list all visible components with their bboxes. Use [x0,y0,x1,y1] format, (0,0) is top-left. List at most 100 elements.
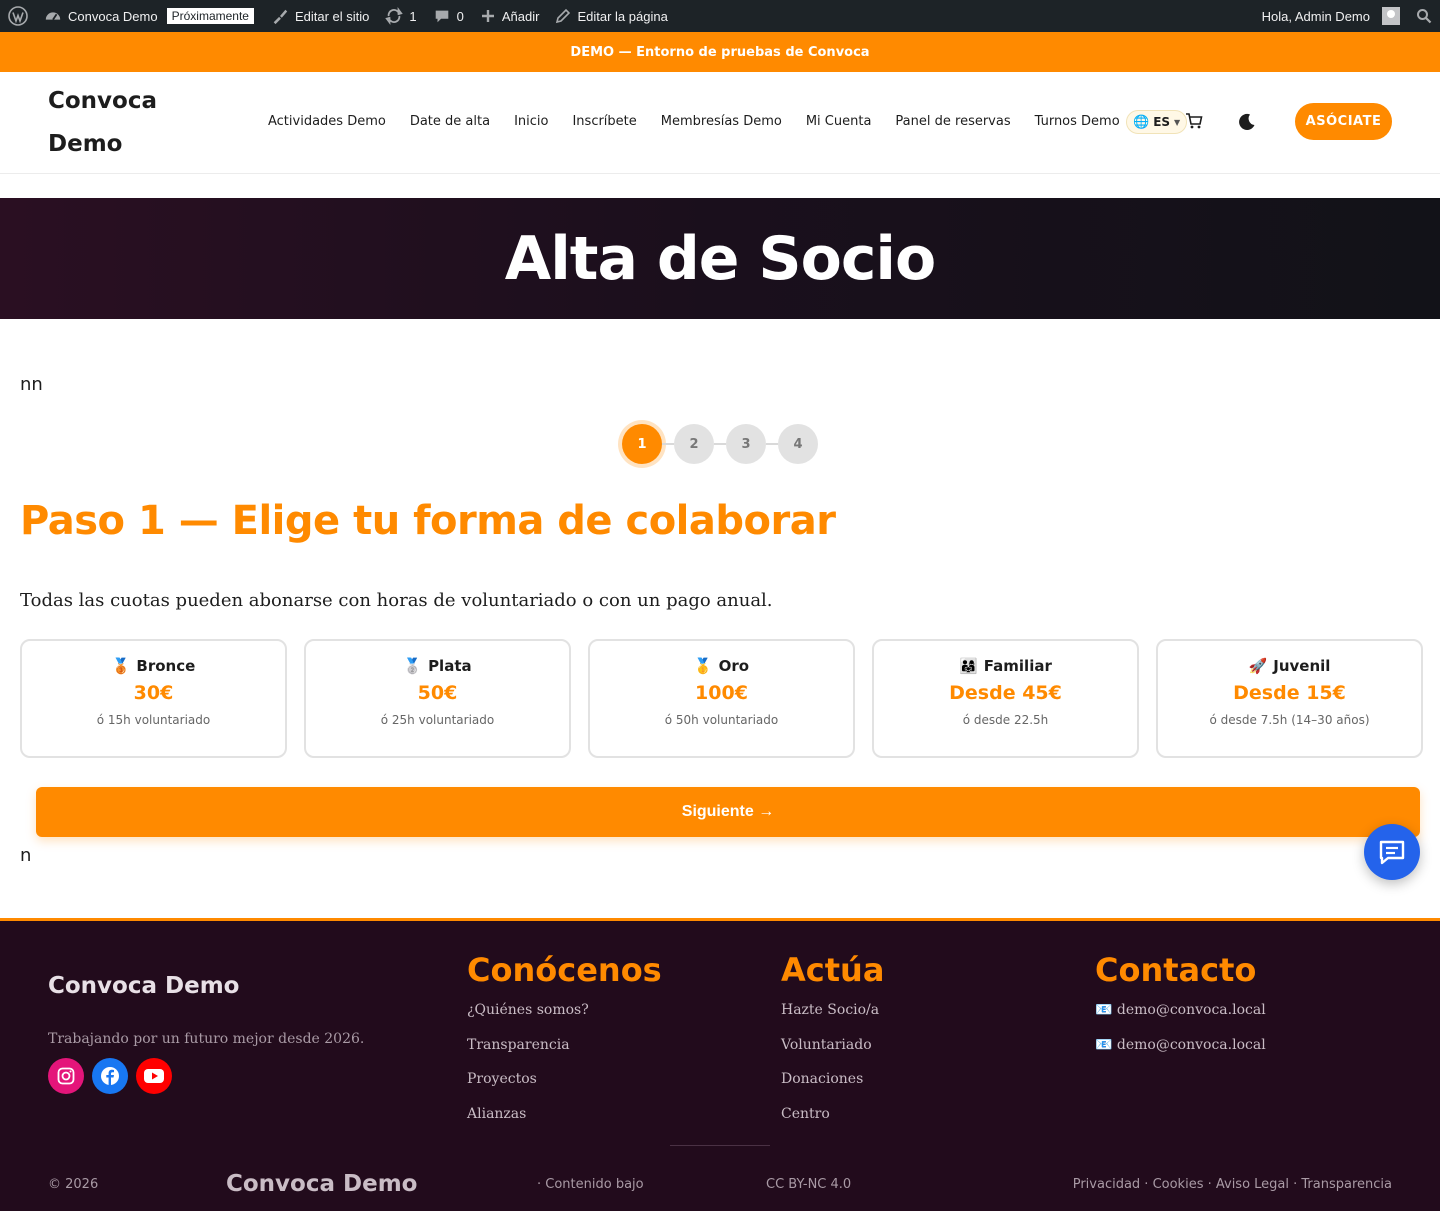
instagram-link[interactable] [48,1058,84,1094]
plan-card-oro[interactable]: 🥇 Oro 100€ ó 50h voluntariado [588,639,855,758]
plan-card-familiar[interactable]: 👨‍👩‍👧 Familiar Desde 45€ ó desde 22.5h [872,639,1139,758]
plan-name-row: 👨‍👩‍👧 Familiar [959,657,1052,675]
step-4: 4 [778,424,818,464]
plan-name: Familiar [983,657,1052,675]
demo-banner: DEMO — Entorno de pruebas de Convoca [0,32,1440,72]
footer-link[interactable]: Donaciones [781,1062,884,1097]
site-name-menu[interactable]: Convoca Demo Próximamente [36,0,263,32]
add-new-menu[interactable]: Añadir [472,0,548,32]
footer-link[interactable]: Centro [781,1097,884,1132]
dashboard-icon [45,12,61,21]
footer-brand: Convoca Demo [48,973,240,999]
edit-site-link[interactable]: Editar el sitio [263,0,377,32]
email-link[interactable]: 📧 demo@convoca.local [1095,1028,1266,1063]
footer-link[interactable]: ¿Quiénes somos? [467,993,662,1028]
plan-card-bronce[interactable]: 🥉 Bronce 30€ ó 15h voluntariado [20,639,287,758]
brush-icon [273,9,288,25]
page-hero: Alta de Socio [0,198,1440,319]
coming-soon-badge: Próximamente [165,7,255,25]
step-1: 1 [622,424,662,464]
email-link[interactable]: 📧 demo@convoca.local [1095,993,1266,1028]
comment-icon [435,10,448,23]
step-indicator: 1 2 3 4 [622,424,818,464]
main-nav: Actividades Demo Date de alta Inicio Ins… [268,110,1144,134]
footer-link[interactable]: Transparencia [467,1028,662,1063]
nav-item-inscribete[interactable]: Inscríbete [572,110,636,134]
globe-icon: 🌐 [1133,114,1150,130]
plan-price: Desde 45€ [949,682,1062,704]
plan-alternative: ó desde 7.5h (14–30 años) [1209,713,1370,727]
footer-link[interactable]: Hazte Socio/a [781,993,884,1028]
gold-medal-icon: 🥇 [693,657,713,675]
instagram-icon [57,1067,75,1085]
step-2: 2 [674,424,714,464]
updates-link[interactable]: 1 [377,0,424,32]
plan-name: Oro [718,657,750,675]
intro-text: Todas las cuotas pueden abonarse con hor… [20,590,773,611]
nav-item-turnos[interactable]: Turnos Demo [1035,110,1120,134]
edit-page-label: Editar la página [577,8,668,24]
youtube-icon [144,1069,164,1083]
search-icon [1417,9,1432,24]
step-connector [714,443,726,445]
join-button[interactable]: ASÓCIATE [1295,103,1392,140]
next-button[interactable]: Siguiente → [36,787,1420,837]
footer-link[interactable]: Voluntariado [781,1028,884,1063]
plan-name: Plata [428,657,472,675]
social-links [48,1058,172,1094]
plan-price: 30€ [133,682,174,704]
nav-item-inicio[interactable]: Inicio [514,110,548,134]
site-header: Convoca Demo Actividades Demo Date de al… [0,72,1440,174]
language-switcher[interactable]: 🌐 ES ▼ [1126,110,1188,134]
youtube-link[interactable] [136,1058,172,1094]
comments-count: 0 [456,8,464,24]
plan-name-row: 🥇 Oro [694,657,749,675]
copyright: © 2026 [48,1177,99,1192]
plan-alternative: ó 50h voluntariado [664,713,779,727]
my-account-menu[interactable]: Hola, Admin Demo [1254,0,1408,32]
nav-item-date-de-alta[interactable]: Date de alta [410,110,490,134]
step-heading: Paso 1 — Elige tu forma de colaborar [20,498,836,544]
greeting: Hola, Admin Demo [1261,8,1370,24]
cart-icon[interactable] [1185,112,1203,130]
license-link[interactable]: CC BY-NC 4.0 [766,1177,851,1192]
admin-search-button[interactable] [1408,0,1440,32]
footer-col-title: Actúa [781,951,885,989]
plan-card-plata[interactable]: 🥈 Plata 50€ ó 25h voluntariado [304,639,571,758]
legal-links[interactable]: Privacidad · Cookies · Aviso Legal · Tra… [1073,1177,1392,1192]
chat-button[interactable] [1364,824,1420,880]
footer-link[interactable]: Proyectos [467,1062,662,1097]
plan-price: 100€ [695,682,748,704]
page-title: Alta de Socio [504,223,936,294]
comments-link[interactable]: 0 [425,0,472,32]
plan-card-juvenil[interactable]: 🚀 Juvenil Desde 15€ ó desde 7.5h (14–30 a… [1156,639,1423,758]
nav-item-mi-cuenta[interactable]: Mi Cuenta [806,110,872,134]
footer-col-title: Conócenos [467,951,662,989]
nav-item-actividades[interactable]: Actividades Demo [268,110,386,134]
rocket-icon: 🚀 [1248,657,1268,675]
nav-item-panel-reservas[interactable]: Panel de reservas [895,110,1010,134]
updates-count: 1 [409,8,417,24]
step-3: 3 [726,424,766,464]
edit-page-link[interactable]: Editar la página [547,0,675,32]
plan-alternative: ó desde 22.5h [962,713,1049,727]
family-icon: 👨‍👩‍👧 [959,657,978,675]
plan-name-row: 🥈 Plata [403,657,471,675]
dark-mode-toggle-icon[interactable] [1238,113,1256,131]
facebook-link[interactable] [92,1058,128,1094]
plan-name: Bronce [136,657,196,675]
footer-link[interactable]: Alianzas [467,1097,662,1132]
site-logo[interactable]: Convoca Demo [48,80,178,166]
step-connector [766,443,778,445]
nav-item-membresias[interactable]: Membresías Demo [661,110,782,134]
wordpress-logo-button[interactable] [0,0,36,32]
updates-icon [385,7,404,25]
logo-line-2: Demo [48,131,123,157]
footer-col-contacto: Contacto 📧 demo@convoca.local 📧 demo@con… [1095,951,1266,1062]
plan-name-row: 🚀 Juvenil [1249,657,1331,675]
logo-line-1: Convoca [48,88,158,114]
plan-options: 🥉 Bronce 30€ ó 15h voluntariado 🥈 Plata 50… [20,639,1423,758]
wordpress-icon [8,6,28,26]
edit-site-label: Editar el sitio [294,8,370,24]
chat-icon [1379,840,1405,865]
